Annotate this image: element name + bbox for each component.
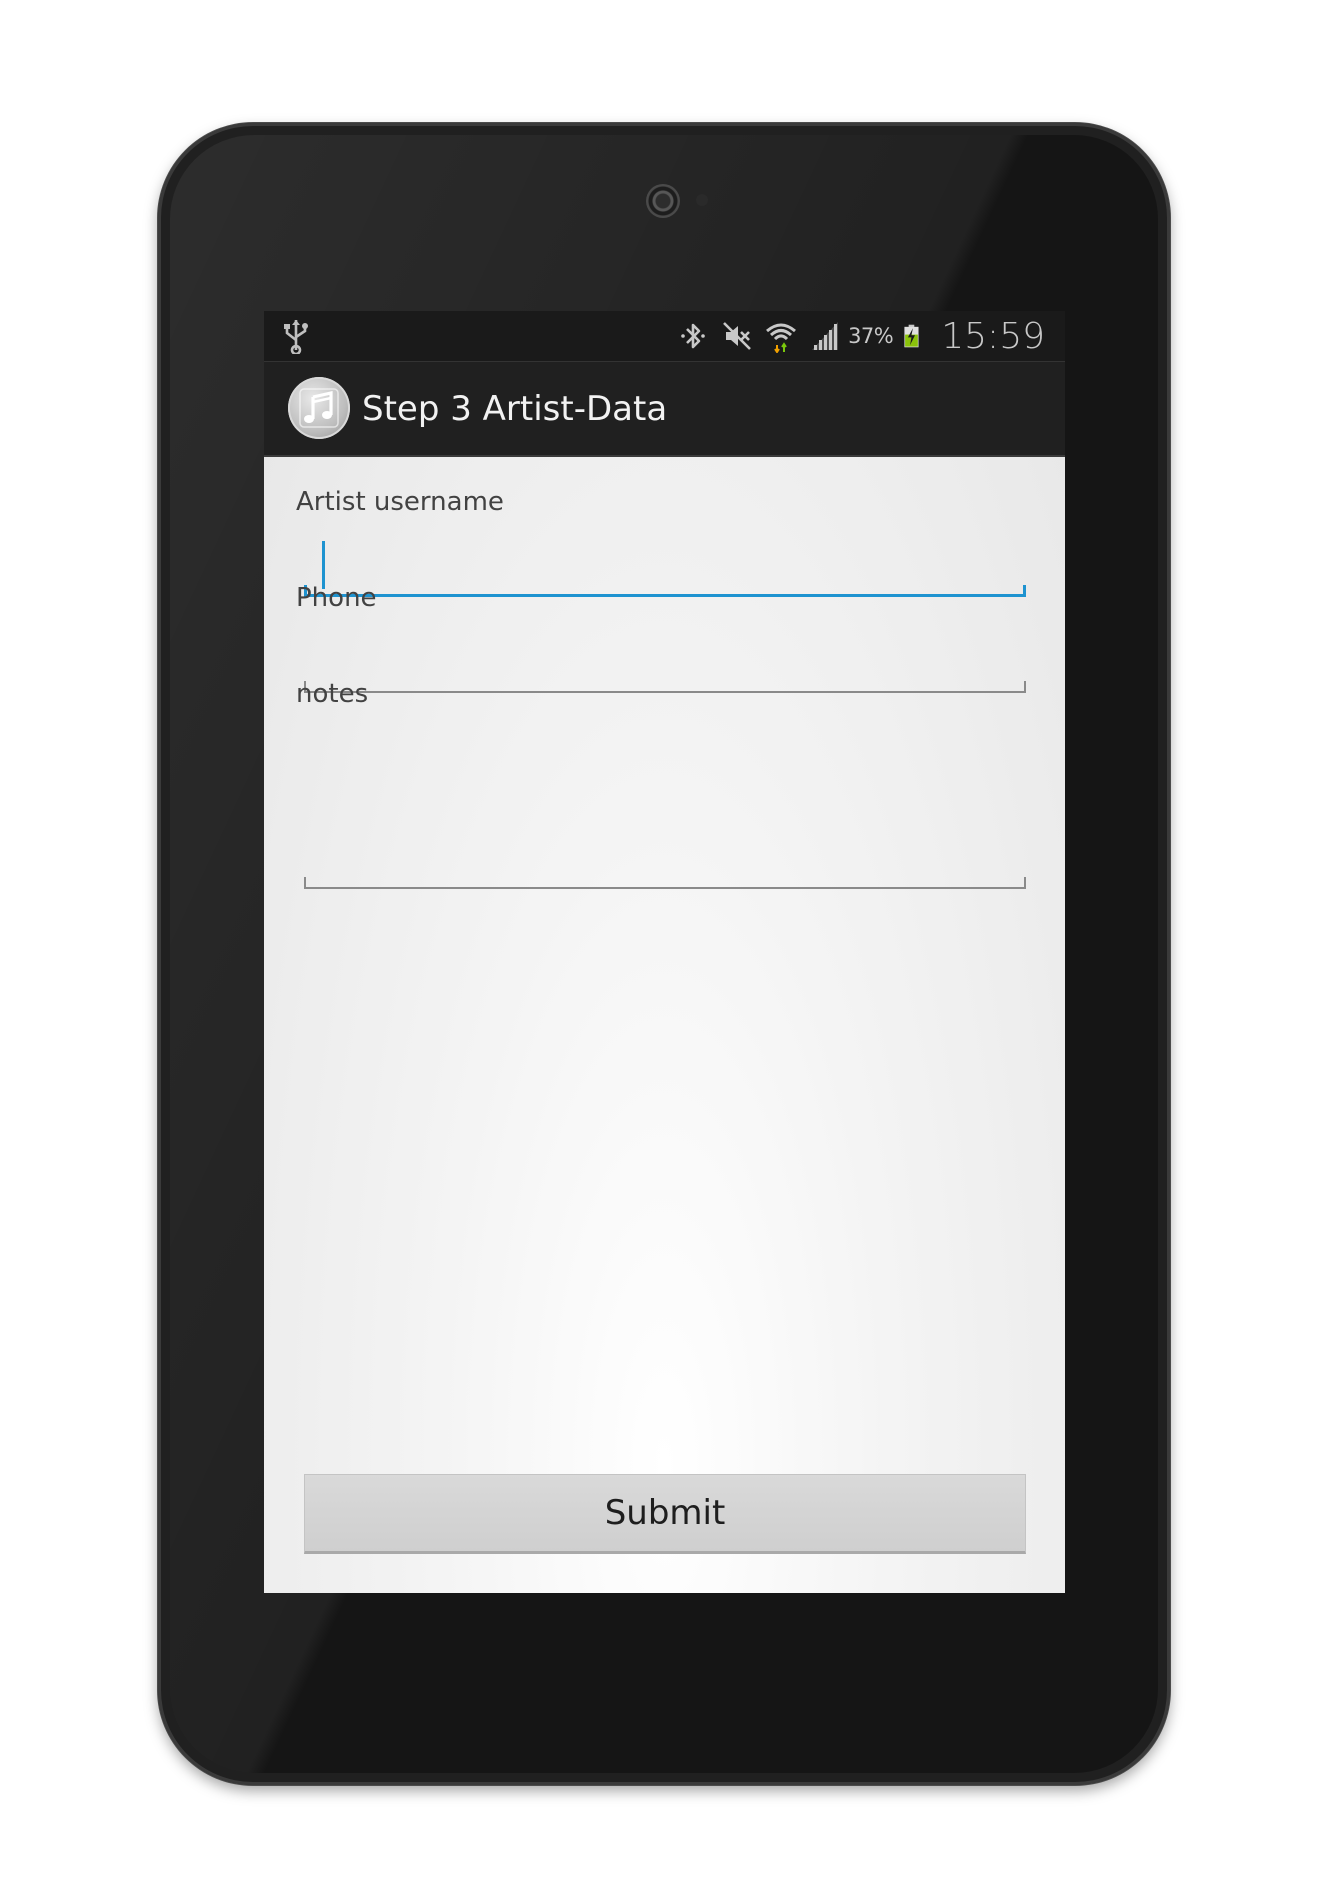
artist-username-underline xyxy=(304,585,1026,597)
status-bar: 37% 15:59 xyxy=(264,311,1065,361)
submit-button[interactable]: Submit xyxy=(304,1474,1026,1554)
music-note-icon[interactable] xyxy=(288,377,350,439)
artist-username-input[interactable] xyxy=(304,537,1026,587)
battery-percentage: 37% xyxy=(848,324,894,348)
notes-underline xyxy=(304,877,1026,889)
phone-input[interactable] xyxy=(304,633,1026,683)
status-clock: 15:59 xyxy=(941,315,1045,357)
battery-charging-icon xyxy=(904,324,919,348)
text-cursor xyxy=(322,541,325,589)
bluetooth-icon xyxy=(681,323,705,349)
front-camera xyxy=(646,184,680,218)
artist-data-form: Artist username Phone notes Submit xyxy=(264,457,1065,1593)
page-title: Step 3 Artist-Data xyxy=(362,389,668,429)
notes-label: notes xyxy=(296,679,369,709)
device-screen: 37% 15:59 Step 3 Artist-Data Artist user… xyxy=(264,311,1065,1593)
mute-icon xyxy=(723,322,751,350)
phone-underline xyxy=(304,681,1026,693)
phone-label: Phone xyxy=(296,583,377,613)
wifi-icon xyxy=(766,323,797,353)
light-sensor xyxy=(696,194,708,206)
signal-icon xyxy=(812,322,839,350)
usb-icon xyxy=(284,320,308,354)
status-icons: 37% 15:59 xyxy=(676,311,1045,361)
artist-username-label: Artist username xyxy=(296,487,504,517)
notes-input[interactable] xyxy=(304,729,1026,879)
action-bar: Step 3 Artist-Data xyxy=(264,361,1065,457)
